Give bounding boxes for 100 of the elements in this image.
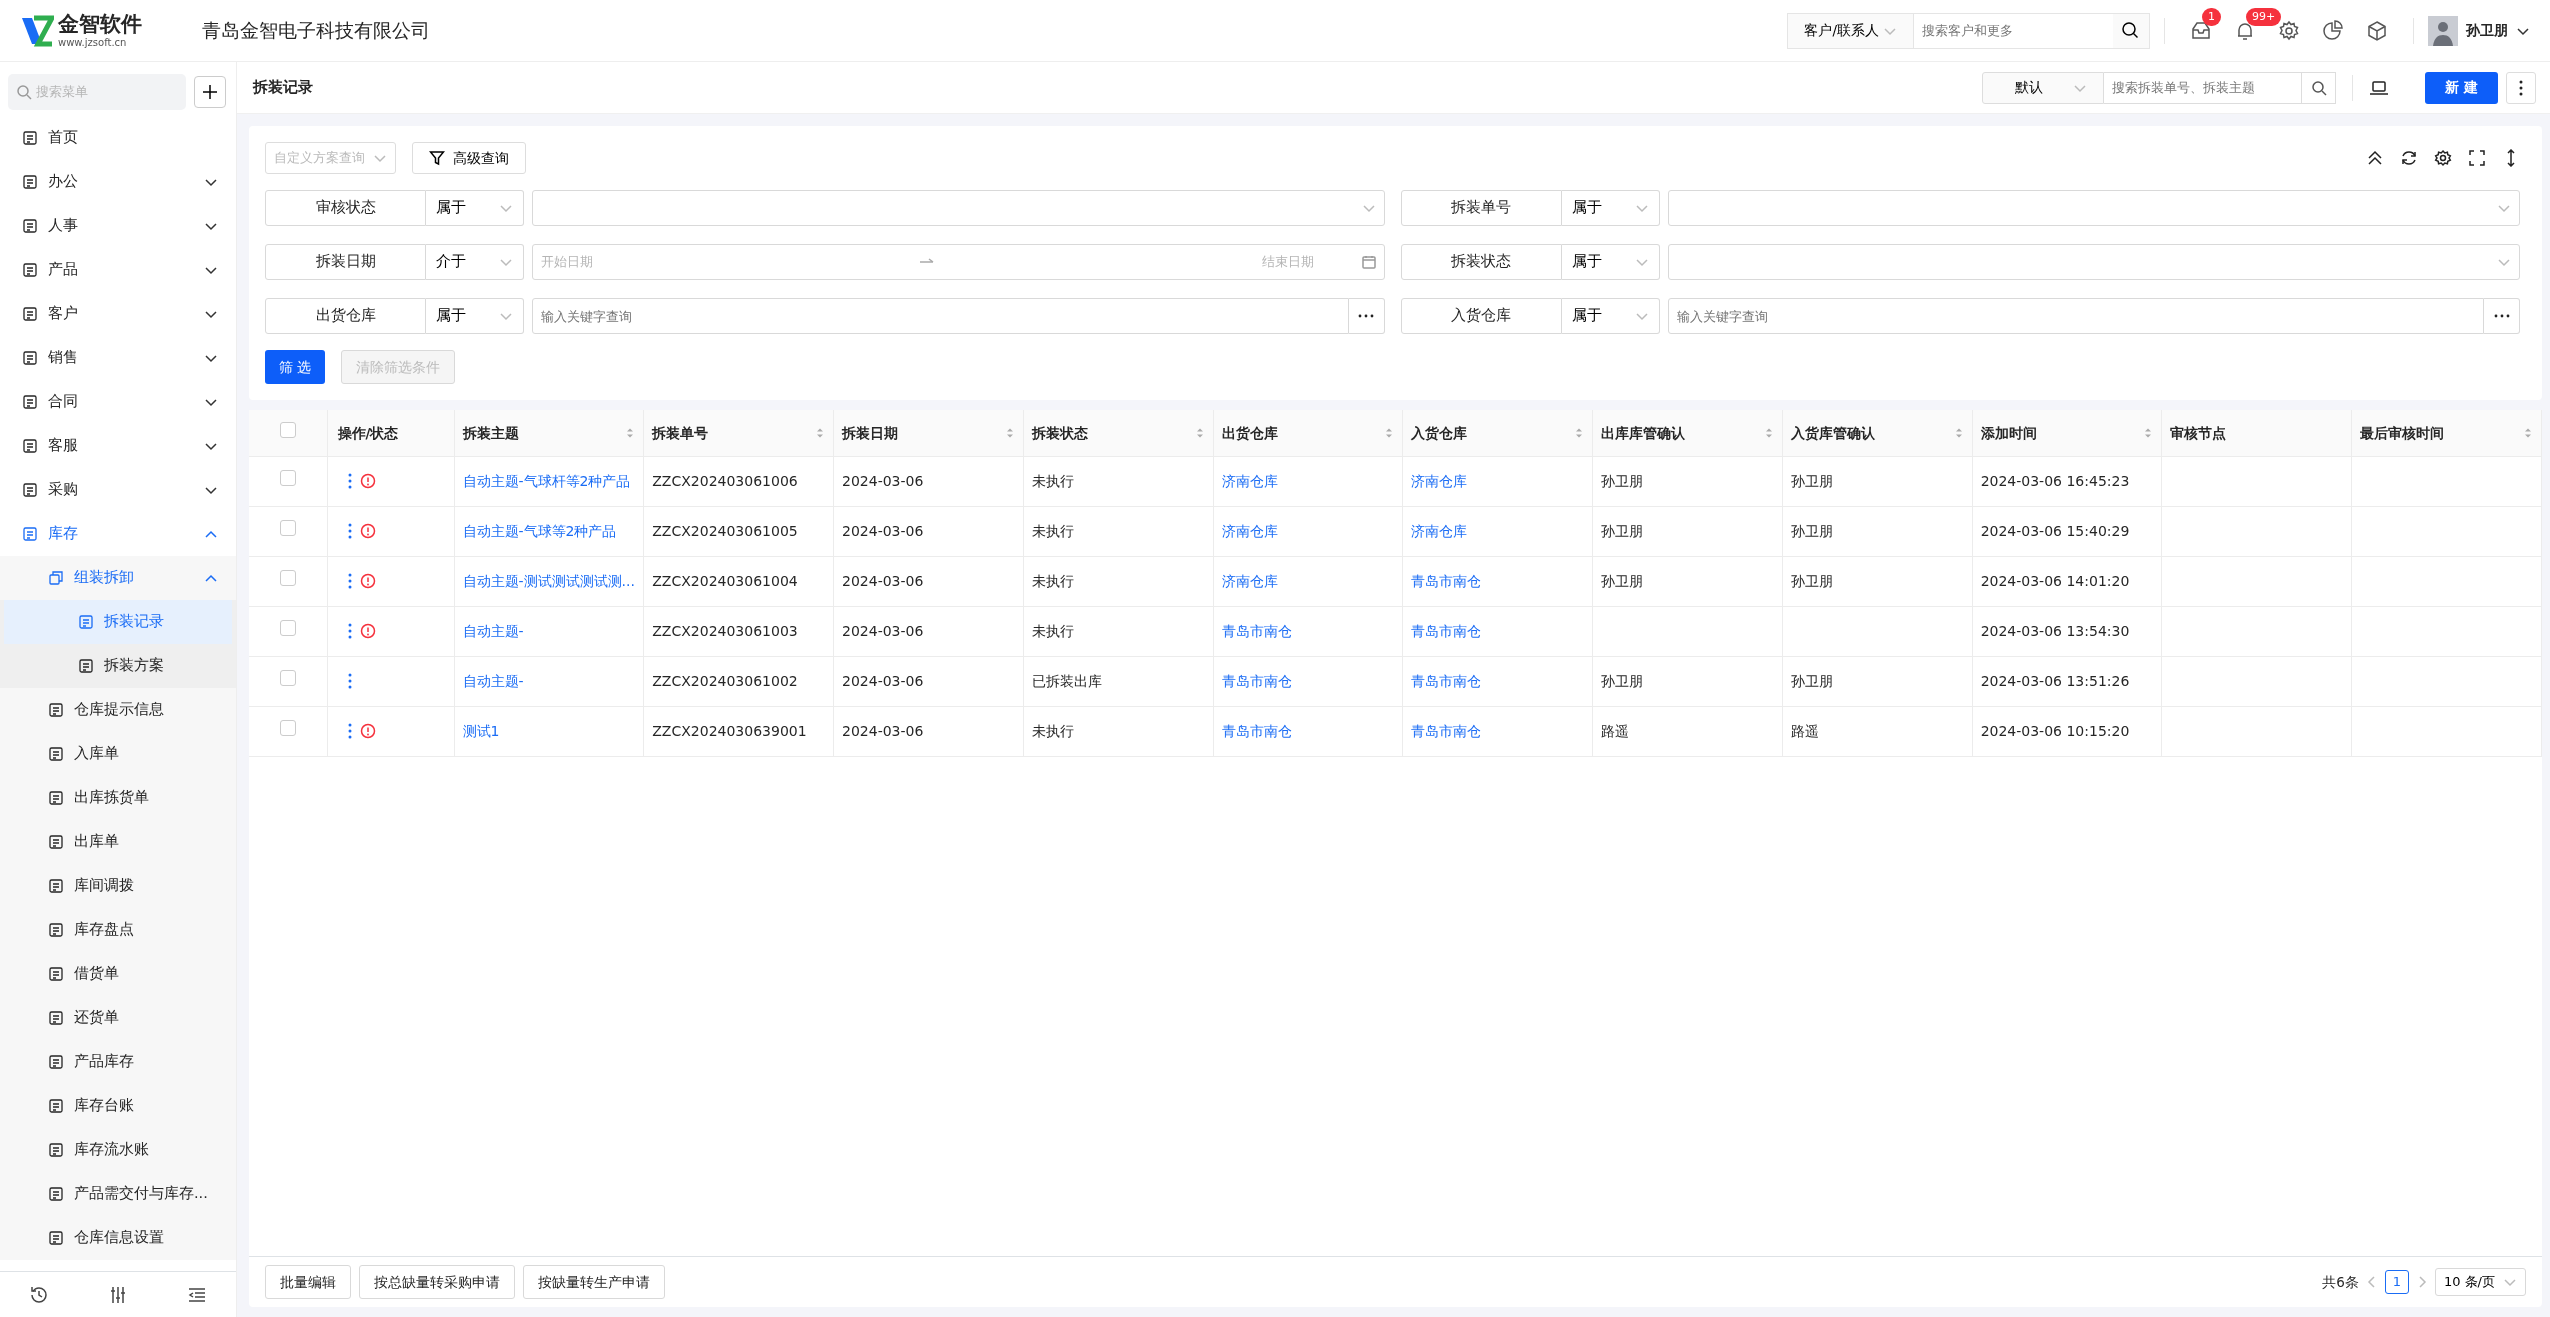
apply-filter-button[interactable]: 筛 选 <box>265 350 326 384</box>
batch-button[interactable]: 按总缺量转采购申请 <box>359 1265 515 1299</box>
link[interactable]: 济南仓库 <box>1411 472 1468 489</box>
operator-select[interactable]: 属于 <box>1561 244 1660 280</box>
menu-item[interactable]: 拆装记录 <box>4 600 232 644</box>
menu-item[interactable]: 产品库存 <box>0 1040 236 1084</box>
history-icon[interactable] <box>29 1284 50 1305</box>
menu-item[interactable]: 库存盘点 <box>0 908 236 952</box>
ellipsis-button[interactable] <box>2484 298 2520 334</box>
operator-select[interactable]: 属于 <box>426 298 524 334</box>
fullscreen-icon[interactable] <box>2468 149 2486 167</box>
more-icon[interactable] <box>347 673 352 689</box>
more-button[interactable] <box>2506 71 2536 104</box>
chevron-left-icon[interactable] <box>2366 1276 2377 1288</box>
checkbox[interactable] <box>279 422 296 439</box>
new-button[interactable]: 新 建 <box>2425 71 2498 104</box>
add-button[interactable] <box>194 76 226 108</box>
settings-icon[interactable] <box>2278 19 2300 42</box>
cube-icon[interactable] <box>2366 19 2388 42</box>
link[interactable]: 青岛市南仓 <box>1411 722 1482 739</box>
link[interactable]: 青岛市南仓 <box>1221 722 1292 739</box>
link[interactable]: 测试1 <box>462 722 500 739</box>
sort-icon[interactable] <box>1763 426 1774 439</box>
link[interactable]: 济南仓库 <box>1221 522 1278 539</box>
link[interactable]: 青岛市南仓 <box>1221 672 1292 689</box>
link[interactable]: 自动主题- <box>462 622 524 639</box>
checkbox[interactable] <box>279 570 296 586</box>
link[interactable]: 青岛市南仓 <box>1221 622 1292 639</box>
menu-item[interactable]: 库存 <box>0 512 236 556</box>
value-select[interactable] <box>532 190 1385 226</box>
menu-item[interactable]: 合同 <box>0 380 236 424</box>
menu-item[interactable]: 库存台账 <box>0 1084 236 1128</box>
operator-select[interactable]: 属于 <box>1561 298 1660 334</box>
sort-icon[interactable] <box>2523 426 2533 439</box>
menu-item[interactable]: 人事 <box>0 204 236 248</box>
sliders-icon[interactable] <box>108 1284 128 1305</box>
more-icon[interactable] <box>347 573 352 589</box>
menu-item[interactable]: 客户 <box>0 292 236 336</box>
page-button[interactable]: 1 <box>2384 1270 2409 1294</box>
value-select[interactable] <box>1667 190 2520 226</box>
menu-item[interactable]: 还货单 <box>0 996 236 1040</box>
menu-item[interactable]: 首页 <box>0 116 236 160</box>
operator-select[interactable]: 介于 <box>426 244 524 280</box>
sort-icon[interactable] <box>1574 426 1585 439</box>
search-button[interactable] <box>2302 71 2337 104</box>
record-search-field[interactable]: 搜索拆装单号、拆装主题 <box>2104 71 2303 104</box>
link[interactable]: 自动主题-气球杆等2种产品 <box>462 472 631 489</box>
sort-icon[interactable] <box>2143 426 2154 439</box>
link[interactable]: 青岛市南仓 <box>1411 622 1482 639</box>
advanced-search-button[interactable]: 高级查询 <box>412 142 526 174</box>
settings-icon[interactable] <box>2434 149 2452 167</box>
more-icon[interactable] <box>347 623 352 639</box>
keyword-field[interactable]: 输入关键字查询 <box>532 298 1349 334</box>
menu-item[interactable]: 组装拆卸 <box>0 556 236 600</box>
checkbox[interactable] <box>279 670 296 686</box>
inbox-icon[interactable] <box>2190 19 2212 42</box>
more-icon[interactable] <box>347 523 352 539</box>
keyword-field[interactable]: 输入关键字查询 <box>1667 298 2484 334</box>
menu-item[interactable]: 库存流水账 <box>0 1128 236 1172</box>
page-size-select[interactable]: 10 条/页 <box>2434 1268 2526 1296</box>
user-name[interactable]: 孙卫朋 <box>2466 20 2508 41</box>
refresh-icon[interactable] <box>2400 149 2418 167</box>
link[interactable]: 济南仓库 <box>1221 572 1278 589</box>
menu-item[interactable]: 库间调拨 <box>0 864 236 908</box>
link[interactable]: 自动主题- <box>462 672 524 689</box>
value-select[interactable] <box>1667 244 2520 280</box>
menu-item[interactable]: 仓库信息设置 <box>0 1216 236 1260</box>
sort-icon[interactable] <box>1004 426 1015 439</box>
ellipsis-button[interactable] <box>1348 298 1385 334</box>
batch-button[interactable]: 批量编辑 <box>265 1265 351 1299</box>
link[interactable]: 青岛市南仓 <box>1411 672 1482 689</box>
link[interactable]: 济南仓库 <box>1221 472 1278 489</box>
menu-item[interactable]: 拆装方案 <box>0 644 236 688</box>
menu-item[interactable]: 产品 <box>0 248 236 292</box>
sort-icon[interactable] <box>815 426 826 439</box>
pie-chart-icon[interactable] <box>2322 19 2344 42</box>
menu-item[interactable]: 仓库提示信息 <box>0 688 236 732</box>
sort-icon[interactable] <box>1384 426 1395 439</box>
sort-icon[interactable] <box>1194 426 1205 439</box>
menu-item[interactable]: 入库单 <box>0 732 236 776</box>
sort-icon[interactable] <box>1953 426 1964 439</box>
menu-item[interactable]: 销售 <box>0 336 236 380</box>
view-select[interactable]: 默认 <box>1982 71 2105 104</box>
batch-button[interactable]: 按缺量转生产申请 <box>523 1265 665 1299</box>
menu-item[interactable]: 借货单 <box>0 952 236 996</box>
more-icon[interactable] <box>347 473 352 489</box>
menu-item[interactable]: 出库单 <box>0 820 236 864</box>
sort-icon[interactable] <box>625 426 636 439</box>
operator-select[interactable]: 属于 <box>1561 190 1660 226</box>
menu-item[interactable]: 办公 <box>0 160 236 204</box>
menu-item[interactable]: 出库拣货单 <box>0 776 236 820</box>
menu-item[interactable]: 采购 <box>0 468 236 512</box>
link[interactable]: 自动主题-气球等2种产品 <box>462 522 617 539</box>
link[interactable]: 自动主题-测试测试测试测... <box>462 572 635 589</box>
link[interactable]: 济南仓库 <box>1411 522 1468 539</box>
more-icon[interactable] <box>347 723 352 739</box>
checkbox[interactable] <box>279 620 296 636</box>
chevron-right-icon[interactable] <box>2416 1276 2427 1288</box>
checkbox[interactable] <box>279 520 296 536</box>
checkbox[interactable] <box>279 720 296 736</box>
